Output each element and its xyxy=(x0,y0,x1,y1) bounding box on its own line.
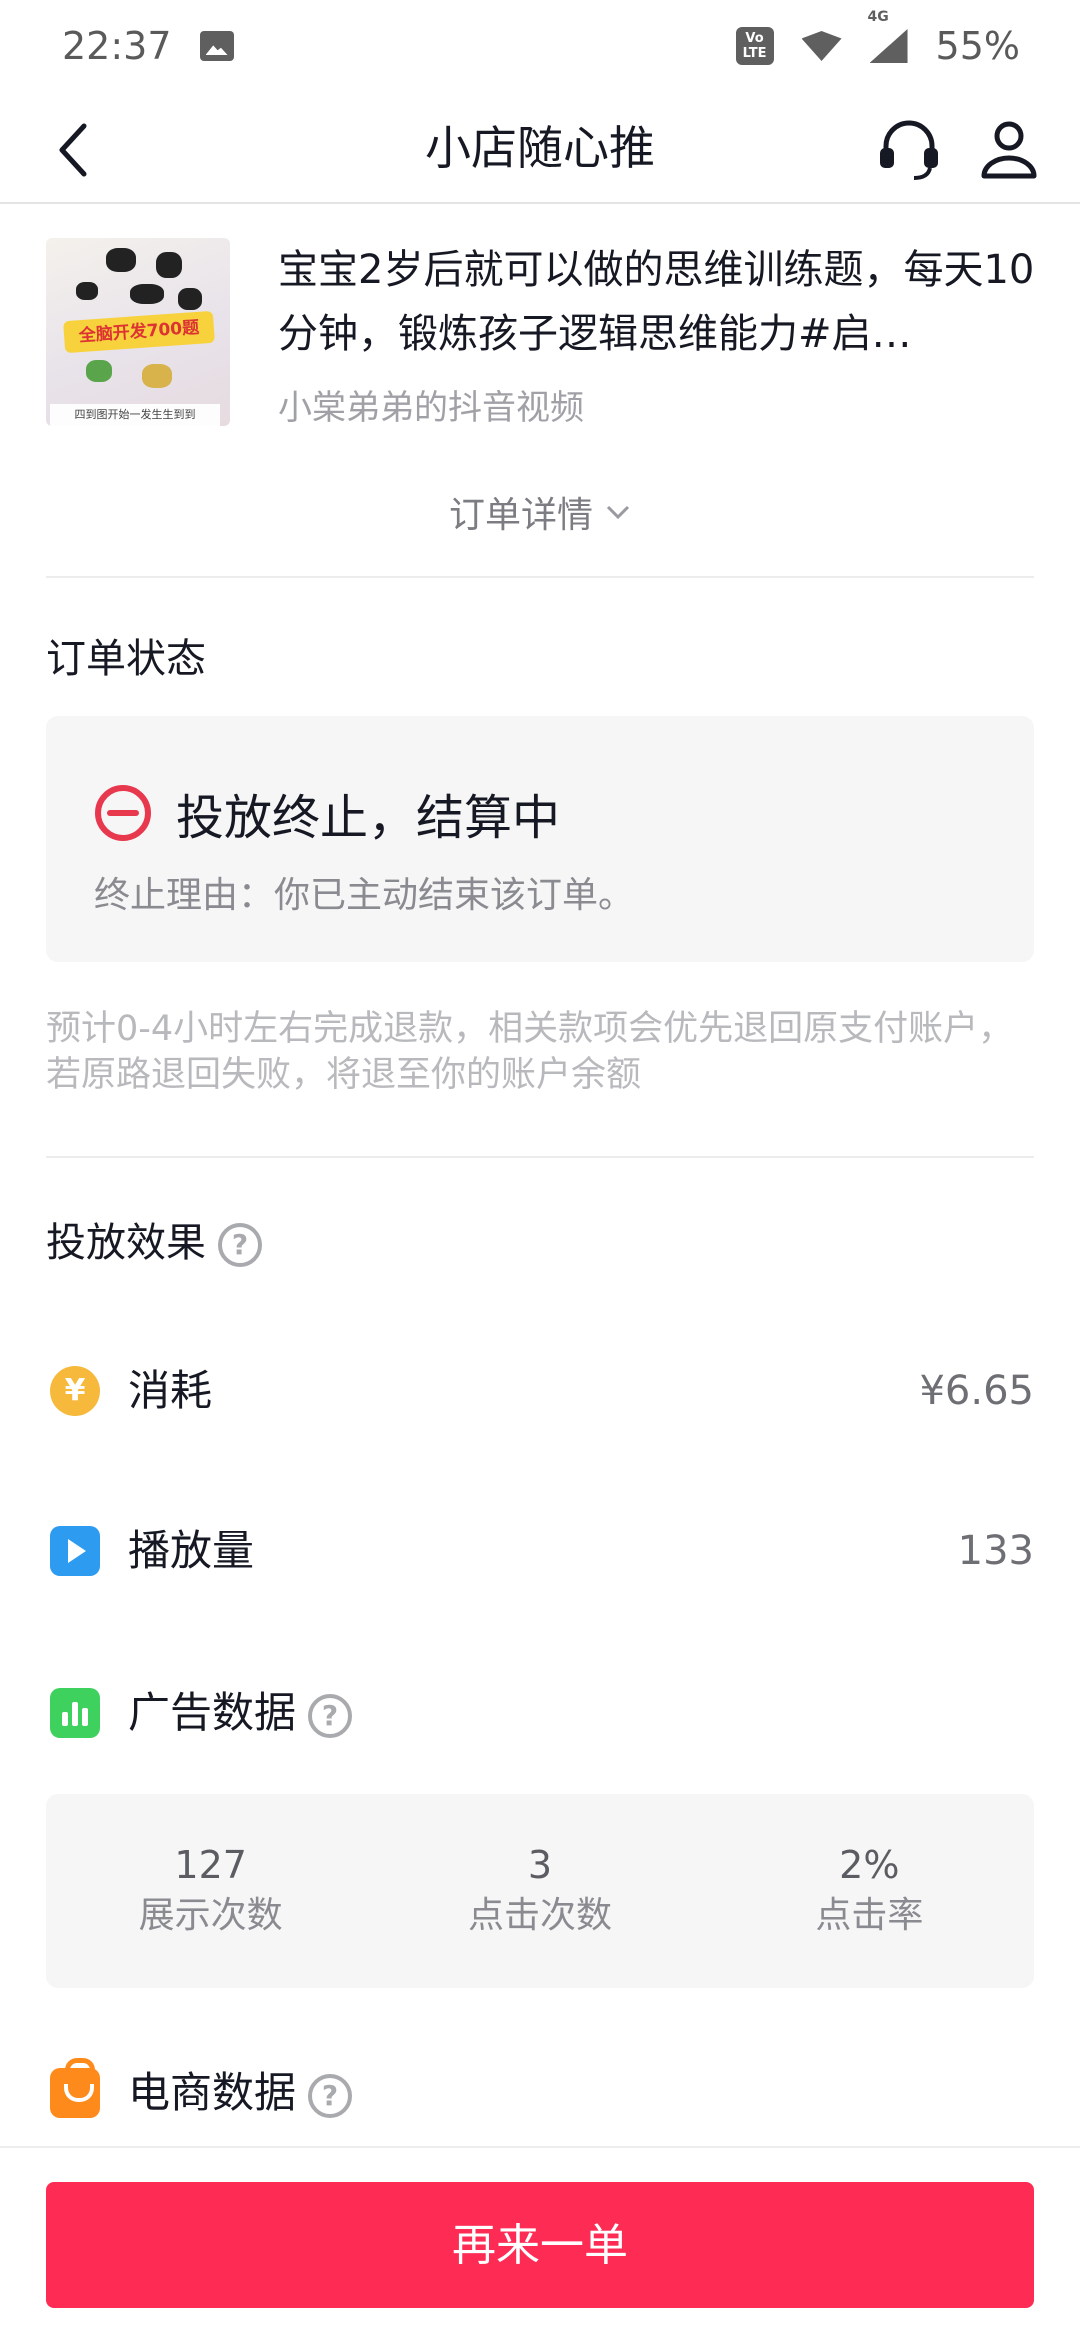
stat-value: 127 xyxy=(174,1843,247,1887)
plays-value: 133 xyxy=(957,1528,1034,1574)
help-icon[interactable]: ? xyxy=(308,1693,353,1738)
order-status-card: 投放终止，结算中 终止理由：你已主动结束该订单。 xyxy=(46,716,1034,962)
divider xyxy=(46,576,1034,578)
effect-title: 投放效果 xyxy=(46,1220,206,1266)
order-detail-label: 订单详情 xyxy=(448,495,593,536)
divider xyxy=(46,1156,1034,1158)
order-status-text: 投放终止，结算中 xyxy=(176,790,561,846)
ad-stats-card: 127 展示次数 3 点击次数 2% 点击率 xyxy=(46,1794,1034,1988)
stat-label: 点击次数 xyxy=(467,1895,612,1936)
network-type: 4G xyxy=(867,9,889,25)
ad-data-row: 广告数据? xyxy=(46,1680,1034,1750)
cell-signal-icon: 4G xyxy=(868,9,908,63)
order-status-title: 订单状态 xyxy=(46,636,206,682)
status-bar: 22:37 Vo LTE 4G 55% xyxy=(0,0,1080,92)
status-right: Vo LTE 4G 55% xyxy=(735,9,1020,68)
stat-value: 3 xyxy=(527,1843,553,1887)
plays-label: 播放量 xyxy=(128,1526,255,1575)
customer-service-headset-icon[interactable] xyxy=(874,114,944,184)
video-thumbnail: 全脑开发700题 四到图开始一发生生到到 xyxy=(46,238,230,426)
battery-percent: 55% xyxy=(935,24,1020,68)
video-author: 小棠弟弟的抖音视频 xyxy=(278,388,584,428)
order-detail-toggle[interactable]: 订单详情 xyxy=(0,484,1080,540)
help-icon[interactable]: ? xyxy=(218,1223,262,1267)
consume-value: ¥6.65 xyxy=(919,1368,1034,1414)
stat-impressions: 127 展示次数 xyxy=(46,1794,375,1988)
video-title: 宝宝2岁后就可以做的思维训练题，每天10分钟，锻炼孩子逻辑思维能力#启… xyxy=(278,247,1035,357)
status-time: 22:37 xyxy=(62,24,172,68)
gallery-notification-icon xyxy=(199,31,234,61)
stat-label: 点击率 xyxy=(815,1895,924,1936)
status-left: 22:37 xyxy=(62,24,234,68)
refund-note: 预计0-4小时左右完成退款，相关款项会优先退回原支付账户，若原路退回失败，将退至… xyxy=(46,1009,1014,1095)
chevron-left-icon xyxy=(59,123,87,177)
ad-data-label: 广告数据 xyxy=(128,1688,297,1737)
back-button[interactable] xyxy=(44,110,104,190)
shopping-bag-icon xyxy=(50,2058,100,2118)
stat-clicks: 3 点击次数 xyxy=(375,1794,704,1988)
volte-icon: Vo LTE xyxy=(735,27,774,65)
yen-coin-icon: ¥ xyxy=(50,1366,100,1416)
play-icon xyxy=(50,1526,100,1576)
effect-section-header: 投放效果? xyxy=(46,1210,262,1268)
stat-label: 展示次数 xyxy=(138,1895,283,1936)
profile-icon[interactable] xyxy=(974,114,1044,184)
ecommerce-row: 电商数据? xyxy=(46,2058,1034,2130)
consume-label: 消耗 xyxy=(128,1366,213,1415)
consume-row: ¥ 消耗 ¥6.65 xyxy=(46,1358,1034,1428)
ecommerce-header: 电商数据? xyxy=(128,2060,353,2126)
video-card[interactable]: 全脑开发700题 四到图开始一发生生到到 宝宝2岁后就可以做的思维训练题，每天1… xyxy=(46,238,1036,430)
thumbnail-caption: 四到图开始一发生生到到 xyxy=(50,404,220,426)
plays-row: 播放量 133 xyxy=(46,1518,1034,1588)
stop-circle-icon xyxy=(95,785,151,841)
help-icon[interactable]: ? xyxy=(308,2073,353,2118)
thumbnail-badge: 全脑开发700题 xyxy=(63,310,215,354)
ad-data-header: 广告数据? xyxy=(128,1680,353,1746)
ecommerce-label: 电商数据 xyxy=(128,2068,297,2117)
reorder-button[interactable]: 再来一单 xyxy=(46,2182,1034,2308)
stat-ctr: 2% 点击率 xyxy=(705,1794,1034,1988)
stat-value: 2% xyxy=(839,1843,900,1887)
bottom-action-bar: 再来一单 xyxy=(0,2146,1080,2340)
bar-chart-icon xyxy=(50,1688,100,1738)
termination-reason: 终止理由：你已主动结束该订单。 xyxy=(94,875,635,916)
chevron-down-icon xyxy=(606,505,630,520)
wifi-icon xyxy=(801,31,842,61)
top-nav-bar: 小店随心推 xyxy=(0,92,1080,204)
